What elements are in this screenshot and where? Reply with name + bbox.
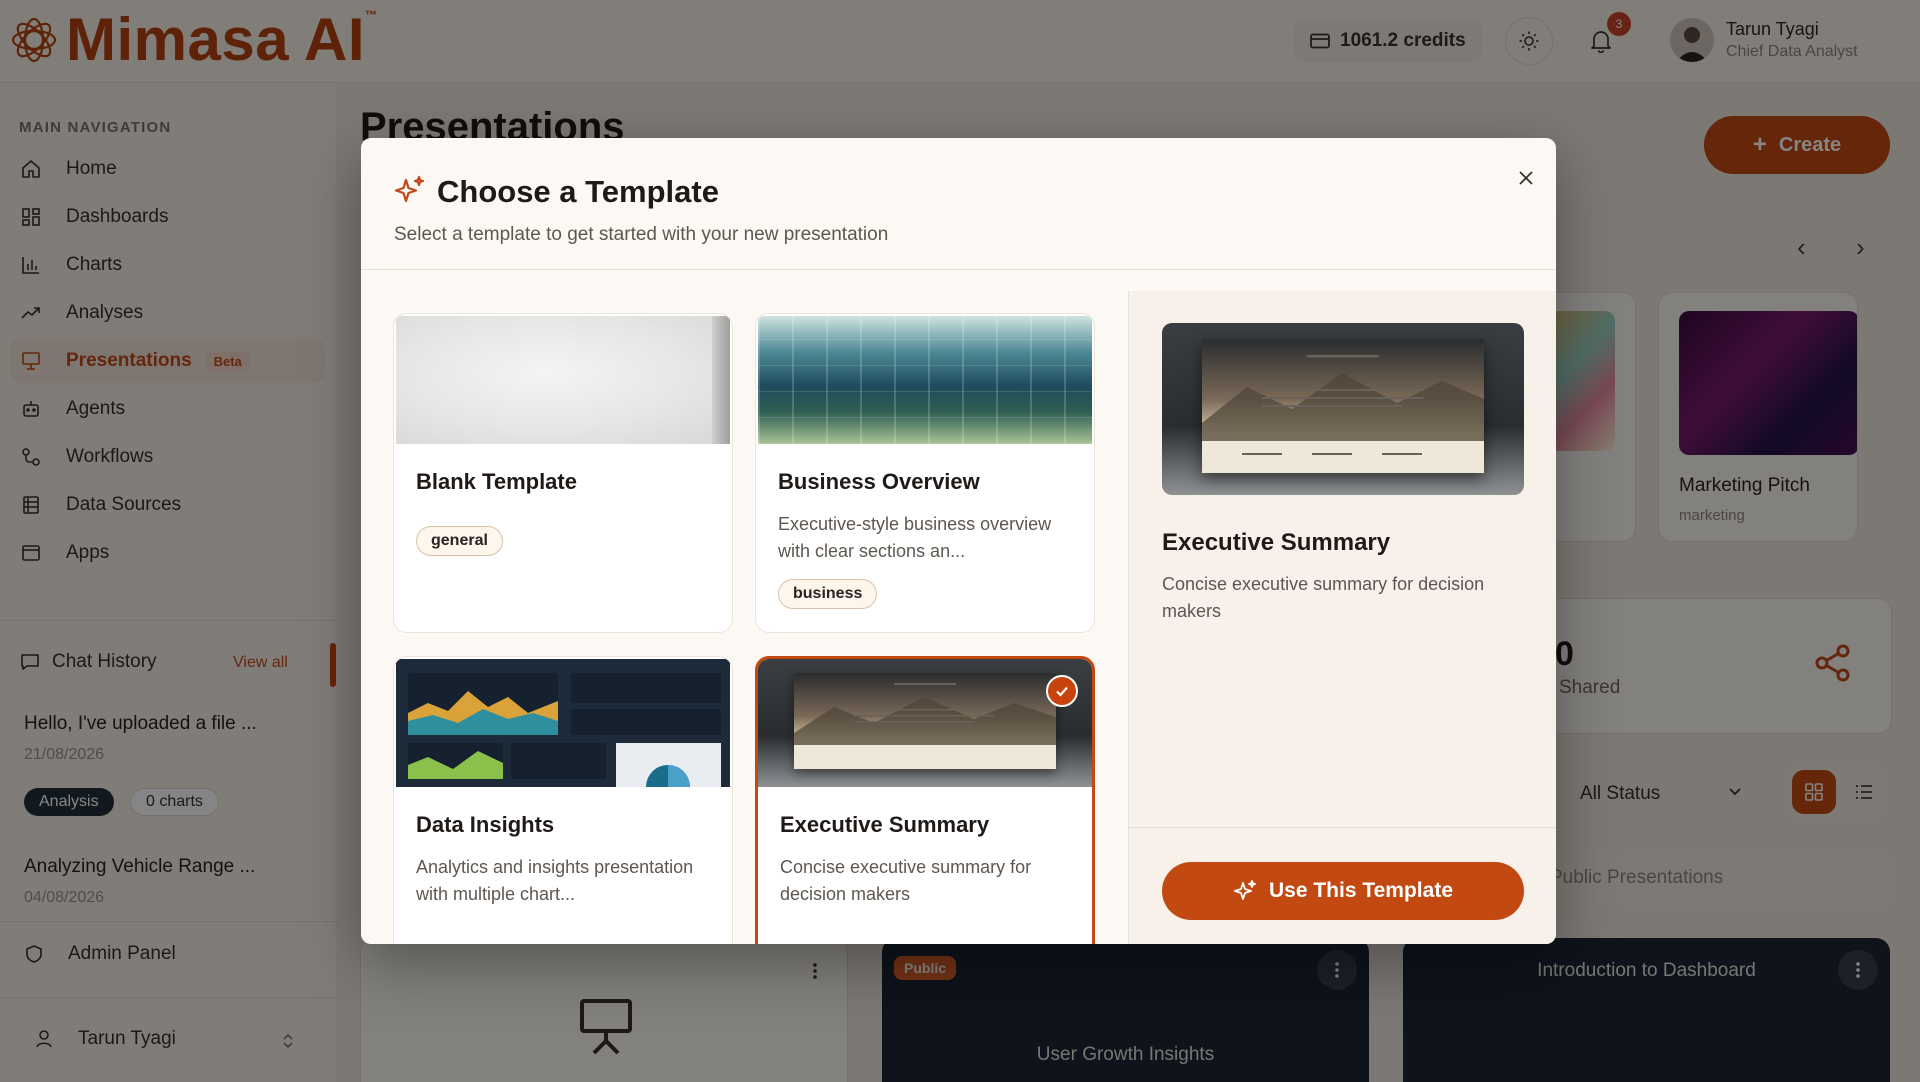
preview-title: Executive Summary — [1162, 529, 1391, 556]
template-tag: general — [416, 526, 503, 556]
template-tag: business — [778, 579, 878, 609]
template-thumbnail — [758, 316, 1092, 444]
template-preview-pane: Executive Summary Concise executive summ… — [1128, 291, 1556, 944]
selected-check-icon — [1046, 675, 1078, 707]
sparkles-icon — [394, 175, 425, 203]
preview-image — [1162, 323, 1524, 495]
sparkles-icon — [1234, 880, 1256, 900]
template-thumbnail — [758, 659, 1092, 787]
template-name: Blank Template — [416, 469, 577, 494]
template-thumbnail — [396, 659, 730, 787]
template-thumbnail — [396, 316, 730, 444]
modal-subtitle: Select a template to get started with yo… — [394, 224, 889, 245]
template-card-business-overview[interactable]: Business Overview Executive-style busine… — [755, 313, 1095, 633]
close-icon — [1519, 171, 1533, 185]
use-template-label: Use This Template — [1269, 879, 1453, 902]
template-name: Business Overview — [778, 469, 980, 494]
template-description: Executive-style business overview with c… — [778, 514, 1052, 561]
choose-template-modal: Choose a Template Select a template to g… — [361, 138, 1556, 944]
preview-divider — [1129, 827, 1556, 828]
template-name: Executive Summary — [780, 812, 990, 837]
template-card-executive-summary[interactable]: Executive Summary Concise executive summ… — [755, 656, 1095, 944]
preview-description: Concise executive summary for decision m… — [1162, 574, 1485, 621]
use-template-button[interactable]: Use This Template — [1162, 862, 1524, 920]
modal-header: Choose a Template Select a template to g… — [361, 138, 1556, 270]
template-name: Data Insights — [416, 812, 555, 837]
template-card-data-insights[interactable]: Data Insights Analytics and insights pre… — [393, 656, 733, 944]
modal-title: Choose a Template — [437, 174, 719, 209]
close-button[interactable] — [1506, 158, 1546, 198]
template-description: Concise executive summary for decision m… — [780, 857, 1032, 904]
template-grid[interactable]: Blank Template general Business Overview… — [361, 271, 1127, 944]
template-card-blank[interactable]: Blank Template general — [393, 313, 733, 633]
template-description: Analytics and insights presentation with… — [416, 857, 694, 904]
